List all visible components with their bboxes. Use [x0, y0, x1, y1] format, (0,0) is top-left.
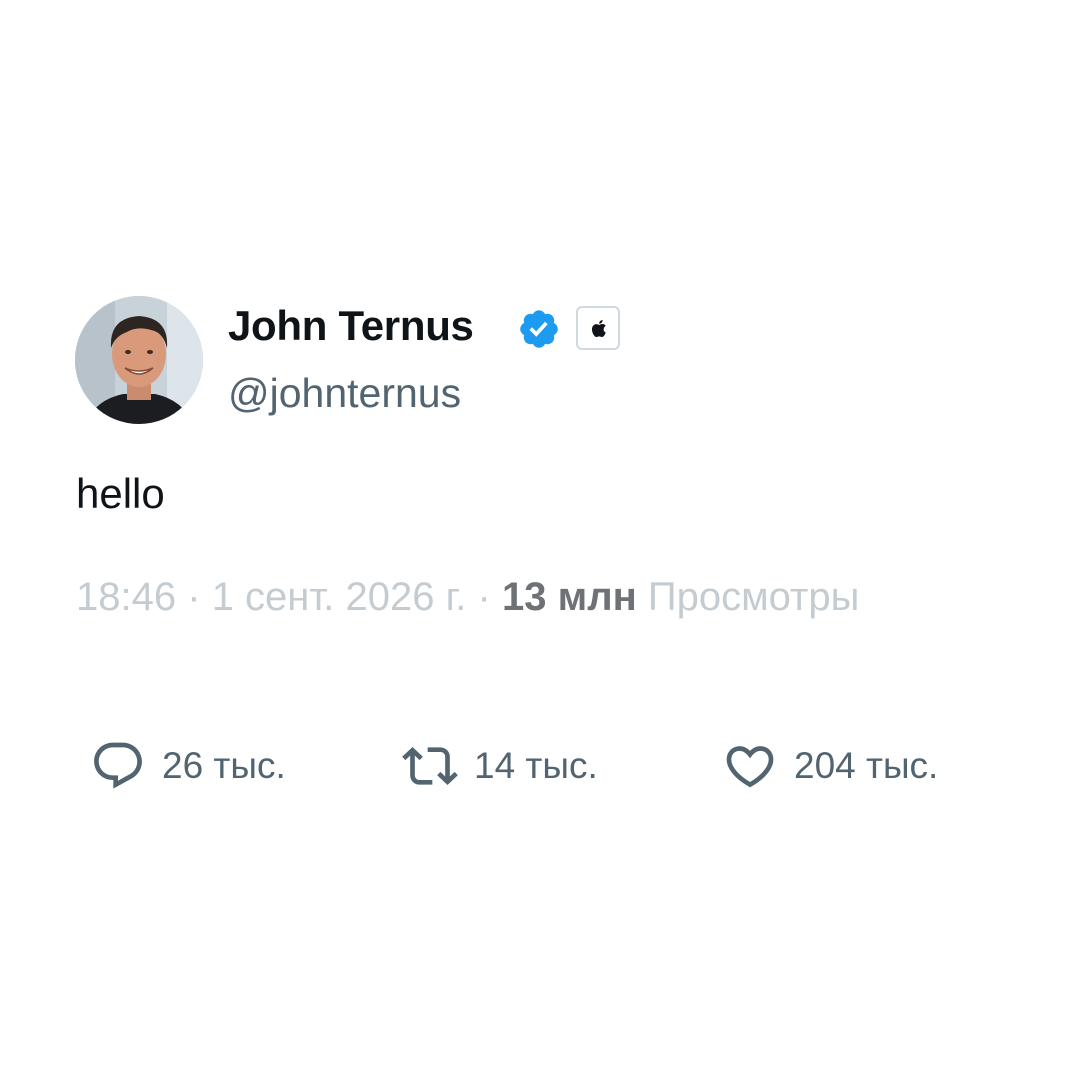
handle[interactable]: @johnternus: [228, 367, 461, 419]
retweet-icon: [402, 747, 458, 785]
like-count: 204 тыс.: [794, 745, 939, 786]
affiliate-badge[interactable]: [576, 306, 620, 350]
like-button[interactable]: 204 тыс.: [722, 738, 938, 794]
reply-button[interactable]: 26 тыс.: [90, 738, 286, 794]
views-count[interactable]: 13 млн: [502, 575, 637, 619]
meta-separator: ·: [477, 575, 491, 619]
verified-badge-icon: [520, 310, 558, 348]
views-label: Просмотры: [647, 575, 860, 619]
tweet-text: hello: [76, 470, 165, 517]
display-name[interactable]: John Ternus: [228, 300, 474, 352]
tweet-date[interactable]: 1 сент. 2026 г.: [212, 575, 467, 619]
avatar[interactable]: [75, 296, 203, 424]
reply-count: 26 тыс.: [162, 745, 286, 786]
meta-separator: ·: [187, 575, 201, 619]
heart-icon: [726, 746, 774, 788]
retweet-button[interactable]: 14 тыс.: [402, 738, 598, 794]
reply-bubble-icon: [94, 742, 142, 789]
tweet-time[interactable]: 18:46: [76, 575, 176, 619]
apple-logo-icon: [591, 319, 606, 338]
tweet-meta: 18:46 · 1 сент. 2026 г. · 13 млн Просмот…: [76, 572, 859, 622]
retweet-count: 14 тыс.: [474, 745, 598, 786]
avatar-photo: [75, 296, 203, 424]
